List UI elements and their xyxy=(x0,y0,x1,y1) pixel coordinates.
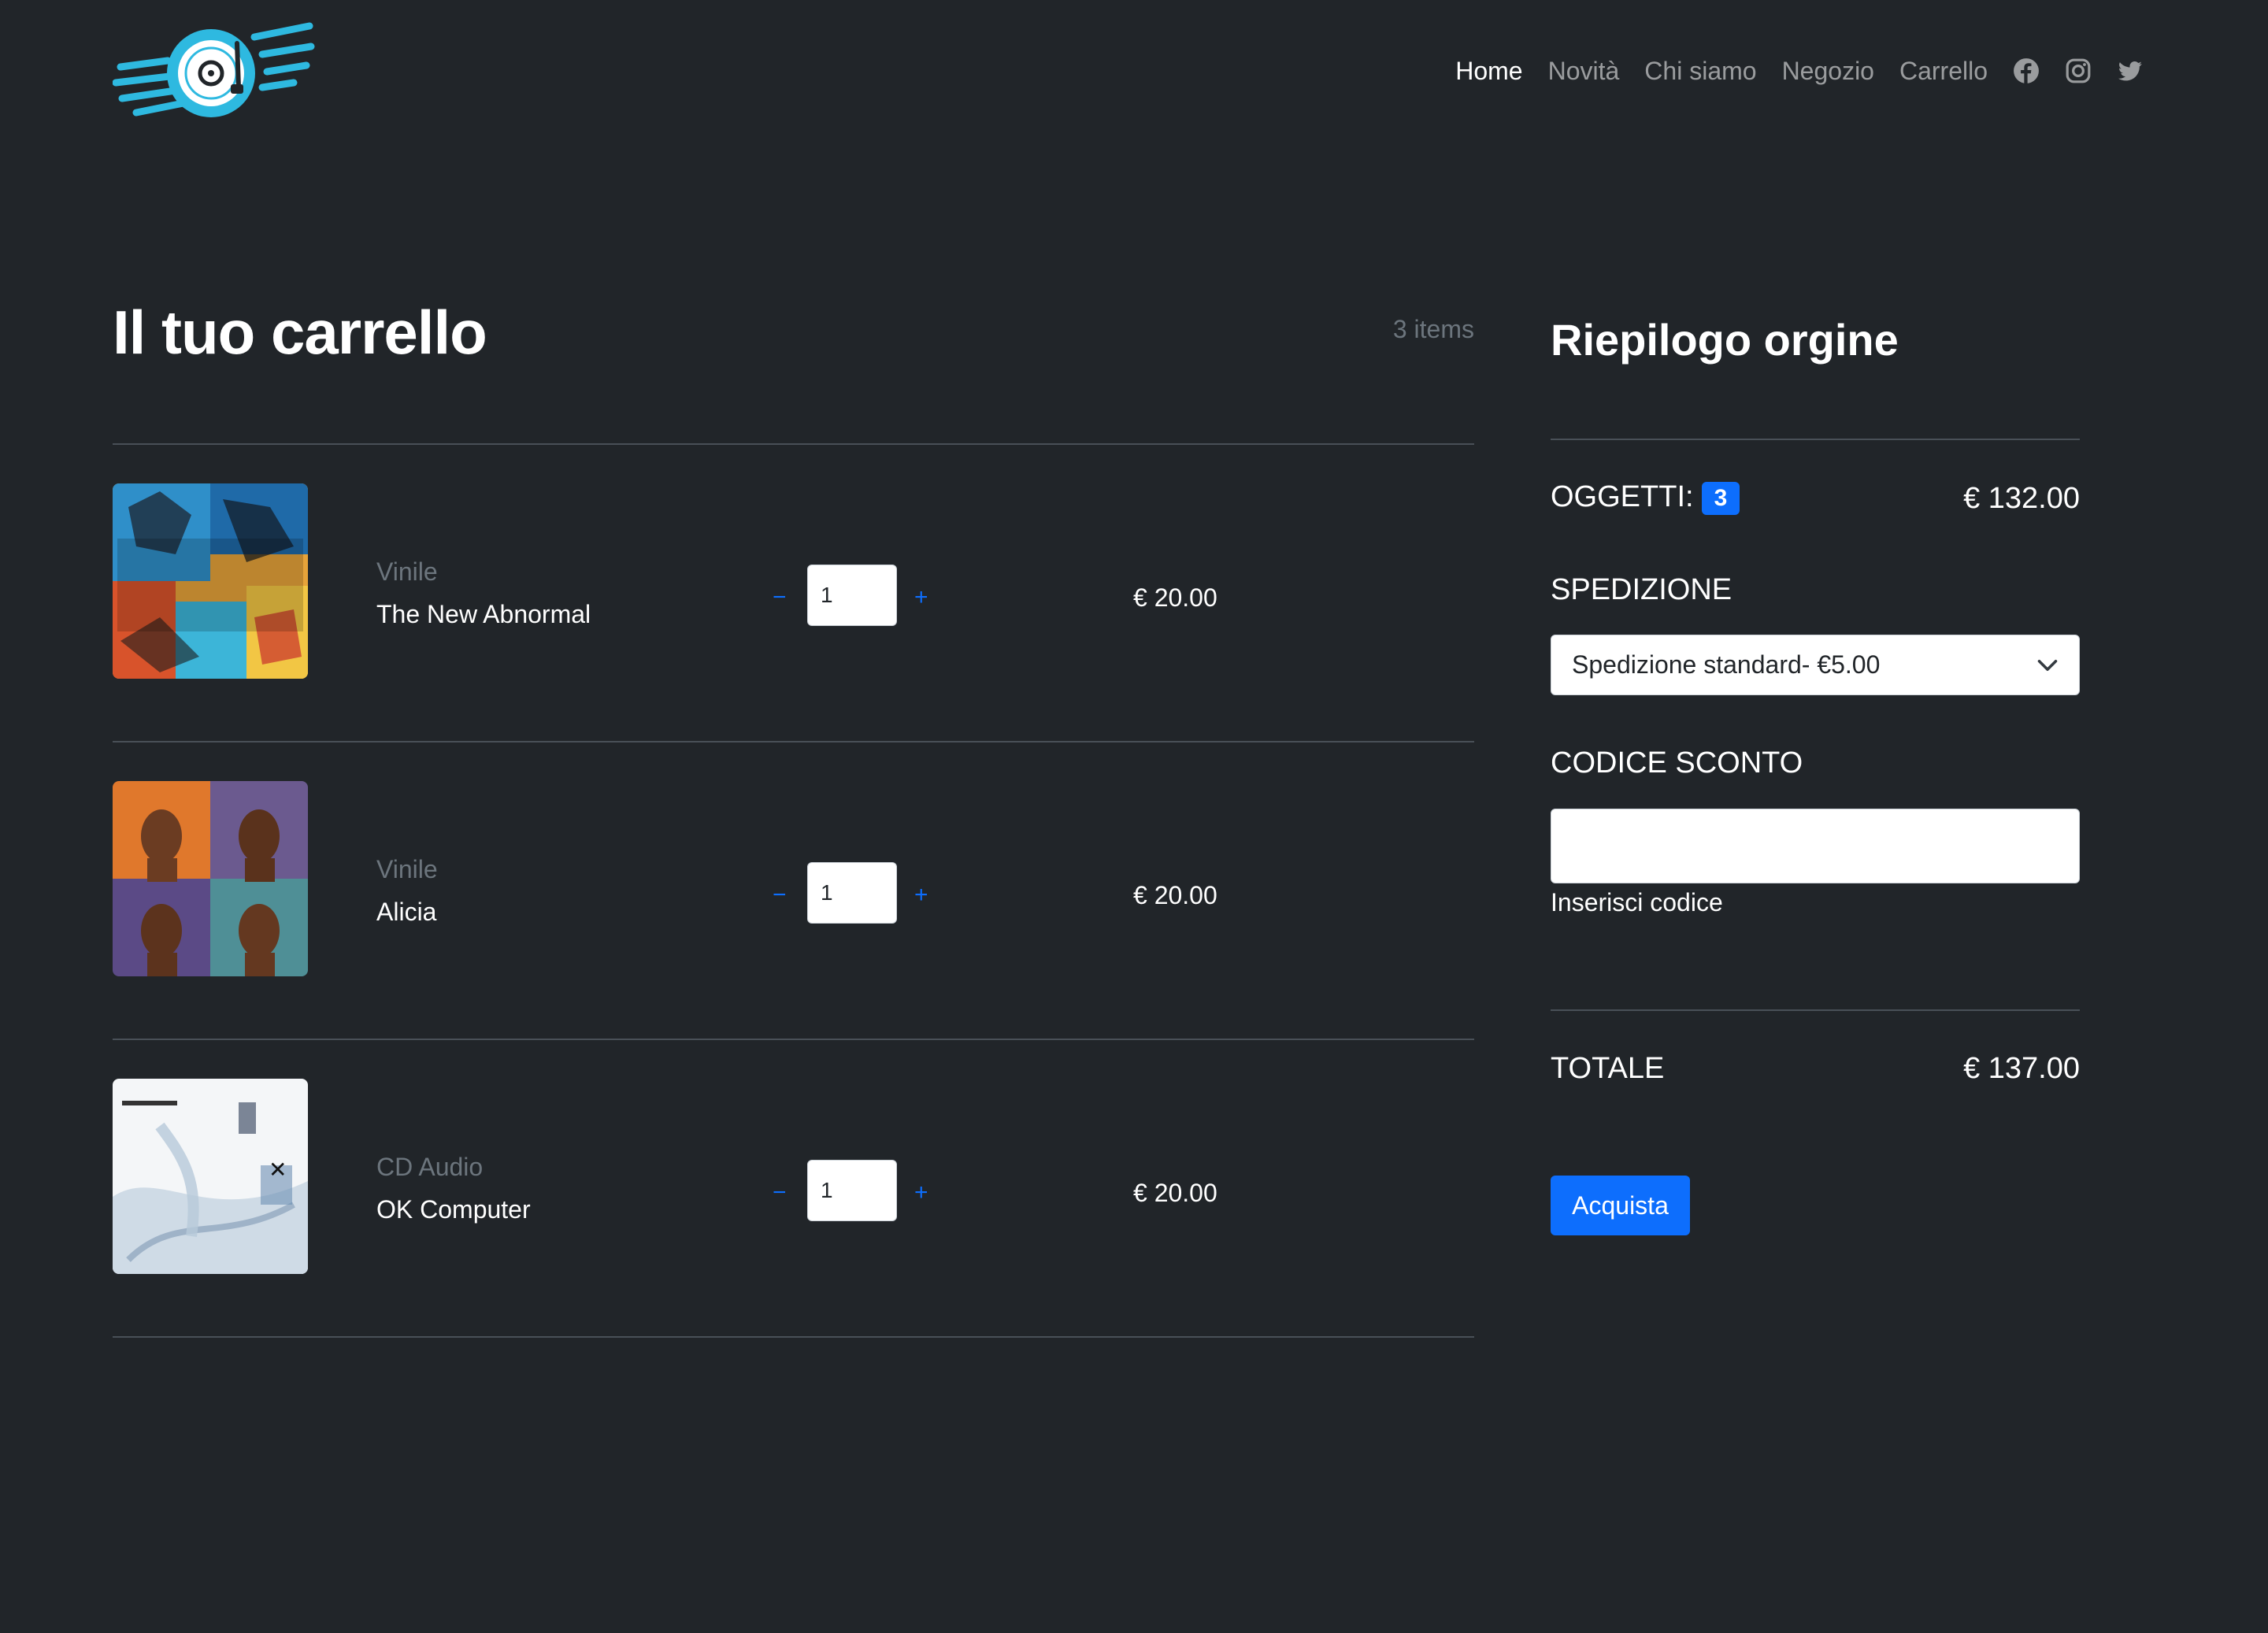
nav-link-carrello[interactable]: Carrello xyxy=(1899,57,1988,86)
chevron-down-icon xyxy=(2037,659,2058,671)
items-count-badge: 3 xyxy=(1701,481,1740,515)
the-new-abnormal-cover xyxy=(113,483,308,679)
shipping-selected-value: Spedizione standard- €5.00 xyxy=(1572,650,1881,679)
instagram-icon[interactable] xyxy=(2065,57,2092,84)
increase-quantity-button[interactable]: + xyxy=(914,882,928,909)
divider xyxy=(1551,1009,2080,1011)
cart-item: Vinile The New Abnormal − + € 20.00 xyxy=(113,483,1474,679)
main-nav: Home Novità Chi siamo Negozio Carrello xyxy=(1455,52,2144,90)
svg-text:✕: ✕ xyxy=(269,1157,287,1183)
divider xyxy=(113,1336,1474,1338)
divider xyxy=(113,1039,1474,1040)
item-title: OK Computer xyxy=(376,1195,531,1224)
item-category: CD Audio xyxy=(376,1153,484,1181)
item-title: The New Abnormal xyxy=(376,600,591,628)
divider xyxy=(113,741,1474,742)
items-total: € 132.00 xyxy=(1963,482,2080,515)
quantity-input[interactable] xyxy=(807,862,897,924)
quantity-input[interactable] xyxy=(807,1160,897,1221)
item-category: Vinile xyxy=(376,557,438,586)
nav-link-chi-siamo[interactable]: Chi siamo xyxy=(1644,57,1756,86)
item-category: Vinile xyxy=(376,855,438,883)
increase-quantity-button[interactable]: + xyxy=(914,1179,928,1206)
discount-code-hint: Inserisci codice xyxy=(1551,888,1723,916)
total-label: TOTALE xyxy=(1551,1052,1665,1085)
item-price: € 20.00 xyxy=(1133,881,1217,909)
nav-link-home[interactable]: Home xyxy=(1455,57,1522,86)
decrease-quantity-button[interactable]: − xyxy=(773,882,787,909)
items-count: 3 items xyxy=(1392,315,1474,343)
cart-item: ✕ CD Audio OK Computer − + € 20.00 xyxy=(113,1079,1474,1274)
facebook-icon[interactable] xyxy=(2013,57,2040,84)
discount-label: CODICE SCONTO xyxy=(1551,746,1803,779)
cart-item: Vinile Alicia − + € 20.00 xyxy=(113,781,1474,976)
items-label: OGGETTI: xyxy=(1551,480,1694,513)
items-summary-label: OGGETTI: 3 xyxy=(1551,480,1740,515)
shipping-select[interactable]: Spedizione standard- €5.00 xyxy=(1551,635,2080,695)
vinyl-logo-icon xyxy=(112,22,315,117)
discount-code-input[interactable] xyxy=(1551,809,2080,883)
total-value: € 137.00 xyxy=(1963,1052,2080,1085)
item-title: Alicia xyxy=(376,898,437,926)
ok-computer-cover: ✕ xyxy=(113,1079,308,1274)
divider xyxy=(1551,439,2080,440)
shipping-label: SPEDIZIONE xyxy=(1551,573,1732,606)
decrease-quantity-button[interactable]: − xyxy=(773,584,787,611)
item-price: € 20.00 xyxy=(1133,1179,1217,1207)
decrease-quantity-button[interactable]: − xyxy=(773,1179,787,1206)
buy-button[interactable]: Acquista xyxy=(1551,1176,1690,1235)
page-title: Il tuo carrello xyxy=(113,298,487,367)
quantity-input[interactable] xyxy=(807,565,897,626)
twitter-icon[interactable] xyxy=(2117,57,2144,84)
increase-quantity-button[interactable]: + xyxy=(914,584,928,611)
item-price: € 20.00 xyxy=(1133,583,1217,612)
site-logo[interactable] xyxy=(112,20,316,124)
summary-title: Riepilogo orgine xyxy=(1551,315,1899,365)
nav-link-negozio[interactable]: Negozio xyxy=(1782,57,1874,86)
alicia-cover xyxy=(113,781,308,976)
divider xyxy=(113,443,1474,445)
nav-link-novita[interactable]: Novità xyxy=(1548,57,1620,86)
